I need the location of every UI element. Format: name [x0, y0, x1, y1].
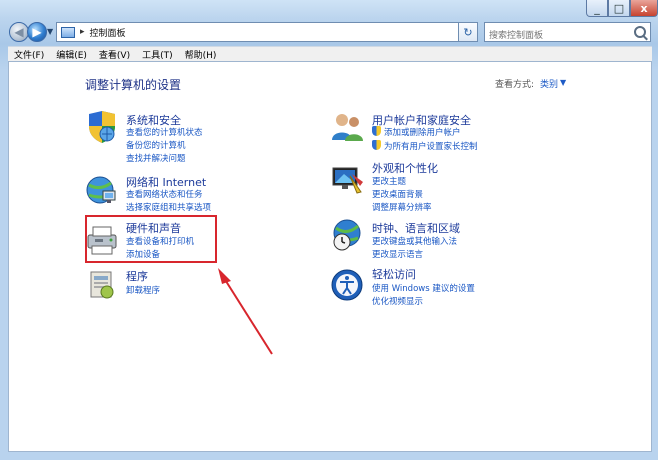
shield-globe-icon[interactable]: [85, 110, 119, 144]
minimize-button[interactable]: _: [586, 0, 608, 17]
programs-icon[interactable]: [85, 267, 119, 301]
maximize-button[interactable]: □: [608, 0, 630, 17]
link-label[interactable]: 为所有用户设置家长控制: [384, 142, 478, 152]
link-network-status[interactable]: 查看网络状态和任务: [126, 188, 203, 200]
link-optimize-display[interactable]: 优化视频显示: [372, 295, 423, 307]
menu-tools[interactable]: 工具(T): [136, 48, 179, 61]
category-appearance[interactable]: 外观和个性化: [372, 160, 438, 176]
close-button[interactable]: x: [630, 0, 658, 17]
breadcrumb-separator[interactable]: ▸: [80, 27, 85, 37]
recent-pages-dropdown-icon[interactable]: ▼: [47, 27, 53, 36]
menu-file[interactable]: 文件(F): [8, 48, 50, 61]
link-backup-computer[interactable]: 备份您的计算机: [126, 139, 186, 151]
link-parental-controls[interactable]: 为所有用户设置家长控制: [372, 140, 478, 152]
link-uninstall-program[interactable]: 卸载程序: [126, 284, 160, 296]
link-homegroup-sharing[interactable]: 选择家庭组和共享选项: [126, 201, 211, 213]
refresh-button[interactable]: ↻: [458, 22, 478, 42]
control-panel-icon: [61, 26, 75, 38]
menu-bar: 文件(F) 编辑(E) 查看(V) 工具(T) 帮助(H): [8, 46, 652, 61]
search-input[interactable]: [489, 28, 629, 44]
chevron-down-icon[interactable]: ▼: [560, 78, 566, 87]
link-screen-resolution[interactable]: 调整屏幕分辨率: [372, 201, 432, 213]
link-recommended-settings[interactable]: 使用 Windows 建议的设置: [372, 282, 475, 294]
clock-globe-icon[interactable]: [330, 218, 364, 252]
link-troubleshoot[interactable]: 查找并解决问题: [126, 152, 186, 164]
link-change-theme[interactable]: 更改主题: [372, 175, 406, 187]
search-icon[interactable]: [634, 26, 646, 38]
ease-of-access-icon[interactable]: [330, 268, 364, 302]
category-programs[interactable]: 程序: [126, 268, 148, 284]
link-change-keyboard[interactable]: 更改键盘或其他输入法: [372, 235, 457, 247]
link-add-remove-users[interactable]: 添加或删除用户帐户: [372, 126, 461, 138]
menu-help[interactable]: 帮助(H): [179, 48, 223, 61]
menu-edit[interactable]: 编辑(E): [50, 48, 93, 61]
display-icon[interactable]: [330, 162, 364, 196]
category-clock-language-region[interactable]: 时钟、语言和区域: [372, 220, 460, 236]
uac-shield-icon: [372, 140, 381, 150]
address-bar[interactable]: ▸ 控制面板 ▼: [56, 22, 474, 42]
breadcrumb-control-panel[interactable]: 控制面板: [90, 26, 126, 39]
control-panel-content: 调整计算机的设置 查看方式: 类别 ▼ 系统和安全 查看您的计算机状态 备份您的…: [8, 61, 652, 452]
back-button[interactable]: ◀: [9, 22, 29, 42]
forward-button[interactable]: ▶: [27, 22, 47, 42]
view-by-dropdown[interactable]: 类别: [540, 77, 558, 90]
link-view-computer-status[interactable]: 查看您的计算机状态: [126, 126, 203, 138]
network-globe-icon[interactable]: [85, 173, 119, 207]
category-ease-of-access[interactable]: 轻松访问: [372, 266, 416, 282]
uac-shield-icon: [372, 126, 381, 136]
page-title: 调整计算机的设置: [85, 78, 182, 92]
users-icon[interactable]: [330, 110, 364, 144]
link-change-display-language[interactable]: 更改显示语言: [372, 248, 423, 260]
link-label[interactable]: 添加或删除用户帐户: [384, 128, 461, 138]
highlight-box: [85, 215, 217, 263]
view-by-label: 查看方式:: [495, 80, 535, 90]
link-change-background[interactable]: 更改桌面背景: [372, 188, 423, 200]
refresh-icon: ↻: [463, 25, 473, 39]
menu-view[interactable]: 查看(V): [93, 48, 136, 61]
search-box[interactable]: [484, 22, 651, 44]
